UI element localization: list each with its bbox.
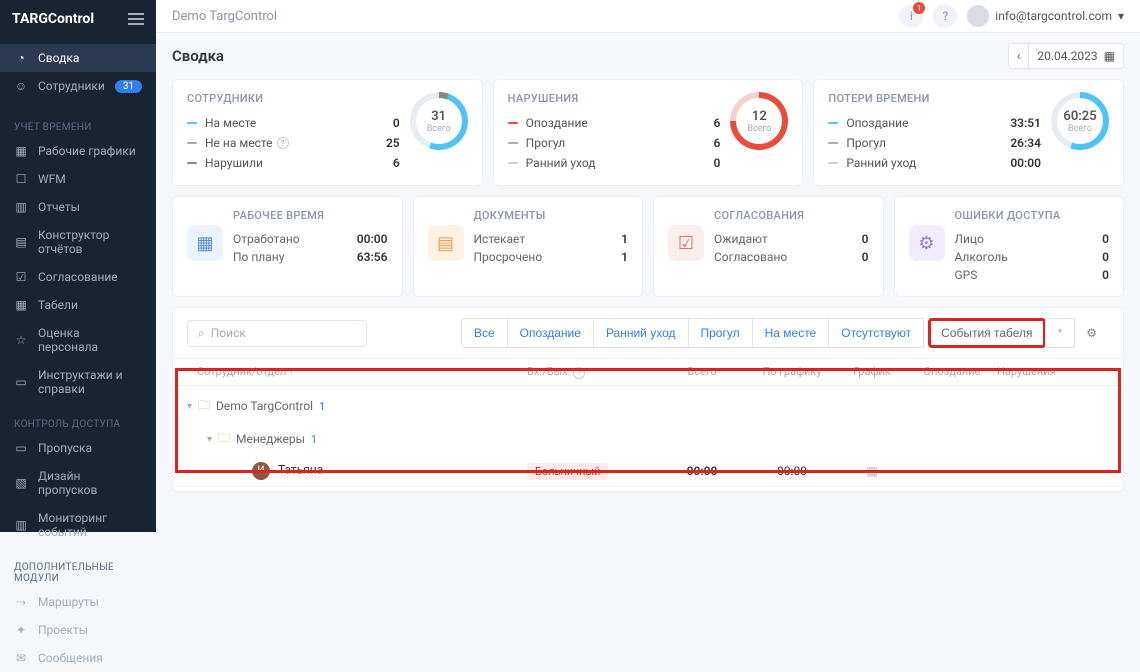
col-schedule[interactable]: График xyxy=(837,365,907,379)
sidebar-item-label: Сотрудники xyxy=(38,79,105,93)
filter-star[interactable]: * xyxy=(1045,318,1076,348)
doc-icon: ▤ xyxy=(428,225,464,261)
filter-onsite[interactable]: На месте xyxy=(752,318,830,348)
filter-late[interactable]: Опоздание xyxy=(507,318,594,348)
design-icon: ▧ xyxy=(14,476,28,490)
avatar xyxy=(967,5,989,27)
sidebar-item-report-builder[interactable]: ▤Конструктор отчётов xyxy=(0,221,156,263)
folder-icon: 🗀 xyxy=(198,396,210,417)
builder-icon: ▤ xyxy=(14,235,28,249)
sidebar-item-briefings[interactable]: ▭Инструктажи и справки xyxy=(0,361,156,403)
logo: TARGControl xyxy=(12,11,94,27)
user-menu[interactable]: info@targcontrol.com ▾ xyxy=(967,5,1124,27)
folder-icon: 🗀 xyxy=(218,429,230,450)
card-icon: ▭ xyxy=(14,441,28,455)
search-icon: ⌕ xyxy=(198,326,205,341)
wfm-icon: ☐ xyxy=(14,172,28,186)
sidebar-item-pass-design[interactable]: ▧Дизайн пропусков xyxy=(0,462,156,504)
donut-violations: 12Всего xyxy=(730,92,788,150)
sidebar-item-employees[interactable]: ☺ Сотрудники 31 xyxy=(0,72,156,100)
card-violations: НАРУШЕНИЯ Опоздание6 Прогул6 Ранний уход… xyxy=(493,79,804,186)
schedule-icon[interactable]: ▦ xyxy=(866,464,877,478)
project-icon: ✦ xyxy=(14,623,28,637)
sidebar-item-approval[interactable]: ☑Согласование xyxy=(0,263,156,291)
sidebar-item-monitoring[interactable]: ▥Мониторинг событий xyxy=(0,504,156,546)
doc-icon: ▭ xyxy=(14,375,28,389)
col-plan[interactable]: По графику xyxy=(747,365,837,379)
sidebar-item-summary[interactable]: ◔ Сводка xyxy=(0,44,156,72)
date-picker[interactable]: 20.04.2023▦ xyxy=(1029,43,1124,69)
gauge-icon: ◔ xyxy=(14,51,28,65)
filter-timesheet-events[interactable]: События табеля xyxy=(928,318,1045,348)
filter-absent[interactable]: Отсутствуют xyxy=(828,318,924,348)
notification-badge: 1 xyxy=(913,2,925,14)
card-worktime: ▦ РАБОЧЕЕ ВРЕМЯ Отработано00:00 По плану… xyxy=(172,196,403,297)
nav-heading-time: УЧЕТ ВРЕМЕНИ xyxy=(0,114,156,137)
help-icon[interactable]: ? xyxy=(277,137,289,149)
employee-table: ⌕Поиск Все Опоздание Ранний уход Прогул … xyxy=(172,307,1124,492)
menu-toggle[interactable] xyxy=(128,10,144,28)
table-row[interactable]: ИТатьяна Больничный 00:00 00:00 ▦ xyxy=(173,456,1123,487)
col-employee[interactable]: Сотрудник/отдел xyxy=(197,365,286,378)
card-access-errors: ⚙ ОШИБКИ ДОСТУПА Лицо0 Алкоголь0 GPS0 xyxy=(894,196,1125,297)
avatar: И xyxy=(252,462,270,480)
sidebar-item-timesheets[interactable]: ▦Табели xyxy=(0,291,156,319)
card-documents: ▤ ДОКУМЕНТЫ Истекает1 Просрочено1 xyxy=(413,196,644,297)
search-input[interactable]: ⌕Поиск xyxy=(187,320,367,347)
sidebar-item-schedules[interactable]: ▦Рабочие графики xyxy=(0,137,156,165)
calendar-icon: ▦ xyxy=(1104,49,1115,63)
route-icon: ⤳ xyxy=(14,595,28,609)
group-row[interactable]: ▾🗀Demo TargControl1 xyxy=(173,390,1123,423)
col-violations[interactable]: Нарушения xyxy=(997,365,1109,379)
clock-icon: ▦ xyxy=(187,225,223,261)
sidebar-item-wfm[interactable]: ☐WFM xyxy=(0,165,156,193)
filter-absence[interactable]: Прогул xyxy=(688,318,753,348)
message-icon: ✉ xyxy=(14,651,28,665)
breadcrumb: Demo TargControl xyxy=(172,9,277,24)
info-button[interactable]: i1 xyxy=(899,4,923,28)
col-late[interactable]: Опоздание xyxy=(907,365,997,379)
shield-icon: ⚙ xyxy=(909,225,945,261)
sidebar-item-passes[interactable]: ▭Пропуска xyxy=(0,434,156,462)
sidebar-item-evaluation[interactable]: ☆Оценка персонала xyxy=(0,319,156,361)
chevron-down-icon: ▾ xyxy=(1118,9,1124,23)
help-button[interactable]: ? xyxy=(933,4,957,28)
col-total[interactable]: Всего xyxy=(657,365,747,379)
sidebar-item-messages[interactable]: ✉Сообщения xyxy=(0,644,156,672)
donut-timeloss: 60:25Всего xyxy=(1051,92,1109,150)
group-row[interactable]: ▾🗀Менеджеры1 xyxy=(173,423,1123,456)
sidebar-item-label: Сводка xyxy=(38,51,79,65)
filter-earlyleave[interactable]: Ранний уход xyxy=(593,318,689,348)
chevron-down-icon: ▾ xyxy=(207,434,212,445)
status-badge: Больничный xyxy=(527,463,608,480)
card-employees: СОТРУДНИКИ На месте0 Не на месте?25 Нару… xyxy=(172,79,483,186)
chart-icon: ▥ xyxy=(14,200,28,214)
col-io[interactable]: Вх./Вых. xyxy=(527,365,571,378)
approve-icon: ☑ xyxy=(668,225,704,261)
nav-heading-extra: ДОПОЛНИТЕЛЬНЫЕ МОДУЛИ xyxy=(0,554,156,588)
card-timeloss: ПОТЕРИ ВРЕМЕНИ Опоздание33:51 Прогул26:3… xyxy=(813,79,1124,186)
user-email: info@targcontrol.com xyxy=(995,9,1112,23)
badge: 31 xyxy=(115,80,142,93)
monitor-icon: ▥ xyxy=(14,518,28,532)
chevron-down-icon: ▾ xyxy=(187,401,192,412)
star-icon: ☆ xyxy=(14,333,28,347)
settings-button[interactable]: ⚙ xyxy=(1074,318,1109,348)
date-prev-button[interactable]: ‹ xyxy=(1008,43,1030,69)
sidebar-item-reports[interactable]: ▥Отчеты xyxy=(0,193,156,221)
donut-employees: 31Всего xyxy=(410,92,468,150)
users-icon: ☺ xyxy=(14,79,28,93)
check-icon: ☑ xyxy=(14,270,28,284)
sheet-icon: ▦ xyxy=(14,298,28,312)
calendar-icon: ▦ xyxy=(14,144,28,158)
nav-heading-access: КОНТРОЛЬ ДОСТУПА xyxy=(0,411,156,434)
page-title: Сводка xyxy=(172,47,224,65)
sidebar-item-projects[interactable]: ✦Проекты xyxy=(0,616,156,644)
card-approvals: ☑ СОГЛАСОВАНИЯ Ожидают0 Согласовано0 xyxy=(653,196,884,297)
sidebar-item-routes[interactable]: ⤳Маршруты xyxy=(0,588,156,616)
filter-all[interactable]: Все xyxy=(461,318,508,348)
